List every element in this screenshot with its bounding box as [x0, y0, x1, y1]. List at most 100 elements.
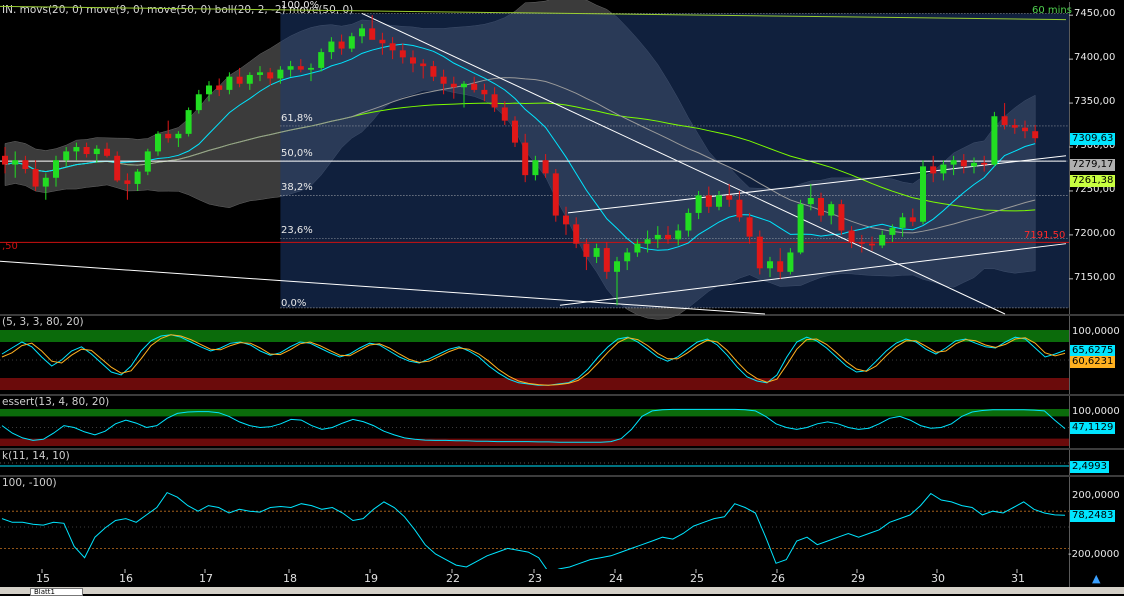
price-tick-label: 7450,00	[1074, 8, 1115, 19]
candle-body	[1002, 116, 1008, 125]
candle-body	[369, 28, 375, 39]
scroll-corner[interactable]: ▲	[1069, 569, 1124, 587]
price-tick-label: 7150,00	[1074, 272, 1115, 283]
candle-body	[563, 216, 569, 225]
last-value-label: 7191,50	[1024, 230, 1065, 241]
candle-body	[247, 75, 253, 84]
x-axis-label: 19	[364, 572, 378, 585]
x-axis-label: 15	[36, 572, 50, 585]
candle-body	[838, 204, 844, 230]
cursor-arrow-icon[interactable]: ▲	[1092, 572, 1100, 585]
candle-body	[53, 160, 59, 178]
candle-body	[553, 173, 559, 215]
price-tick-label: 7350,00	[1074, 96, 1115, 107]
candle-body	[808, 198, 814, 204]
oscillator-value-badge: 47,1129	[1070, 422, 1115, 434]
candle-body	[736, 200, 742, 218]
candle-body	[33, 169, 39, 187]
candle-body	[390, 43, 396, 50]
candle-body	[257, 72, 263, 75]
candle-body	[308, 68, 314, 70]
candle-body	[114, 156, 120, 181]
candle-body	[879, 235, 885, 246]
candle-body	[2, 156, 8, 165]
candle-body	[63, 151, 69, 160]
candle-body	[706, 195, 712, 206]
candle-body	[288, 66, 294, 70]
candle-body	[900, 217, 906, 228]
candle-body	[104, 149, 110, 156]
candle-body	[594, 248, 600, 257]
price-tick-label: 7200,00	[1074, 228, 1115, 239]
candle-body	[298, 66, 304, 70]
sheet-tab-bar	[0, 587, 1124, 594]
fibonacci-level-label: 50,0%	[281, 148, 313, 159]
x-axis-label: 22	[446, 572, 460, 585]
candle-body	[73, 147, 79, 151]
candle-body	[583, 244, 589, 257]
fibonacci-level-label: 61,8%	[281, 113, 313, 124]
fibonacci-level-label: 23,6%	[281, 225, 313, 236]
indicator-zone	[0, 439, 1069, 446]
x-axis-label: 25	[690, 572, 704, 585]
cci-value-badge: 78,2483	[1070, 510, 1115, 522]
candle-body	[216, 85, 222, 89]
chart-plot	[0, 0, 1124, 594]
chart-window: IN. movs(20, 0) move(9, 0) move(50, 0) b…	[0, 0, 1124, 594]
candle-body	[277, 70, 283, 79]
x-axis-label: 30	[931, 572, 945, 585]
candle-body	[196, 94, 202, 110]
candle-body	[910, 217, 916, 221]
candle-body	[961, 160, 967, 166]
cci-tick-label: 200,0000	[1072, 490, 1120, 501]
candle-body	[502, 107, 508, 120]
candle-body	[94, 149, 100, 154]
candle-body	[920, 166, 926, 221]
price-tick-label: 7400,00	[1074, 52, 1115, 63]
candle-body	[318, 52, 324, 68]
candle-body	[492, 94, 498, 107]
candle-body	[124, 180, 130, 184]
candle-body	[685, 213, 691, 231]
candle-body	[573, 224, 579, 243]
candle-body	[787, 252, 793, 271]
candle-body	[400, 50, 406, 57]
stochastic-tick-label: 100,0000	[1072, 326, 1120, 337]
candle-body	[420, 64, 426, 67]
candle-body	[339, 42, 345, 49]
candle-body	[451, 84, 457, 88]
candle-body	[991, 116, 997, 164]
candle-body	[604, 248, 610, 272]
sheet-tab[interactable]: Blatt1	[30, 588, 83, 596]
support-line-label: ,50	[2, 241, 18, 252]
candle-body	[165, 134, 171, 138]
fibonacci-level-label: 38,2%	[281, 182, 313, 193]
candle-body	[349, 36, 355, 48]
candle-body	[441, 77, 447, 84]
candle-body	[512, 121, 518, 143]
candle-body	[645, 239, 651, 243]
candle-body	[175, 134, 181, 138]
candle-body	[869, 244, 875, 246]
indicator-line	[2, 335, 1065, 385]
candle-body	[634, 244, 640, 253]
candle-body	[410, 57, 416, 63]
fibonacci-level-label: 100,0%	[281, 0, 319, 11]
candle-body	[359, 28, 365, 36]
candle-body	[828, 204, 834, 215]
indicator-line	[2, 493, 1065, 573]
candle-body	[757, 237, 763, 269]
candle-body	[237, 77, 243, 84]
candle-body	[665, 235, 671, 239]
candle-body	[481, 90, 487, 94]
oscillator-tick-label: 100,0000	[1072, 406, 1120, 417]
x-axis-label: 23	[528, 572, 542, 585]
candle-body	[747, 217, 753, 236]
candle-body	[716, 195, 722, 206]
candle-body	[849, 231, 855, 242]
candle-body	[543, 160, 549, 173]
candle-body	[1032, 131, 1038, 138]
stochastic-value-badge: 60,6231	[1070, 356, 1115, 368]
candle-body	[930, 166, 936, 173]
candle-body	[859, 242, 865, 244]
